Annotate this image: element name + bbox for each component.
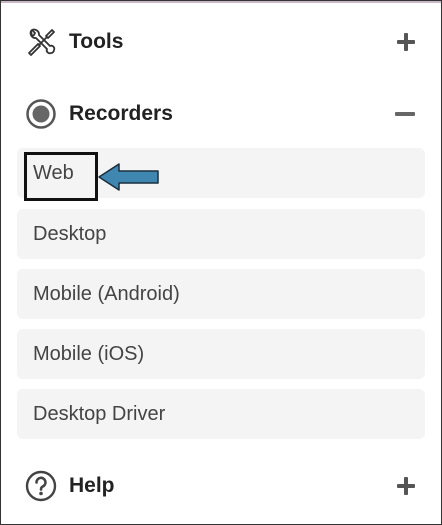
section-tools-label: Tools: [69, 30, 124, 53]
question-circle-icon: [25, 470, 57, 502]
top-accent-bar: [1, 1, 441, 3]
recorder-item-label: Mobile (Android): [33, 282, 180, 305]
recorder-item-label: Web: [33, 161, 74, 184]
expand-plus-icon[interactable]: [397, 33, 415, 51]
recorder-item-label: Desktop Driver: [33, 402, 166, 425]
expand-plus-icon[interactable]: [397, 477, 415, 495]
wrench-screwdriver-icon: [25, 26, 57, 58]
recorder-item-desktop-driver[interactable]: Desktop Driver: [17, 389, 425, 439]
collapse-minus-icon[interactable]: [395, 105, 415, 123]
recorder-item-label: Desktop: [33, 222, 107, 245]
recorder-item-label: Mobile (iOS): [33, 342, 145, 365]
sidebar-panel: Tools Recorders Web Desktop Mobile (Andr…: [0, 0, 442, 525]
section-help[interactable]: Help: [1, 462, 441, 510]
recorder-item-web[interactable]: Web: [17, 148, 425, 198]
record-icon: [25, 98, 57, 130]
section-recorders-label: Recorders: [69, 102, 173, 125]
recorder-item-mobile-ios[interactable]: Mobile (iOS): [17, 329, 425, 379]
section-tools[interactable]: Tools: [1, 18, 441, 66]
section-help-label: Help: [69, 474, 115, 497]
recorder-item-desktop[interactable]: Desktop: [17, 209, 425, 259]
recorder-item-mobile-android[interactable]: Mobile (Android): [17, 269, 425, 319]
section-recorders[interactable]: Recorders: [1, 90, 441, 138]
